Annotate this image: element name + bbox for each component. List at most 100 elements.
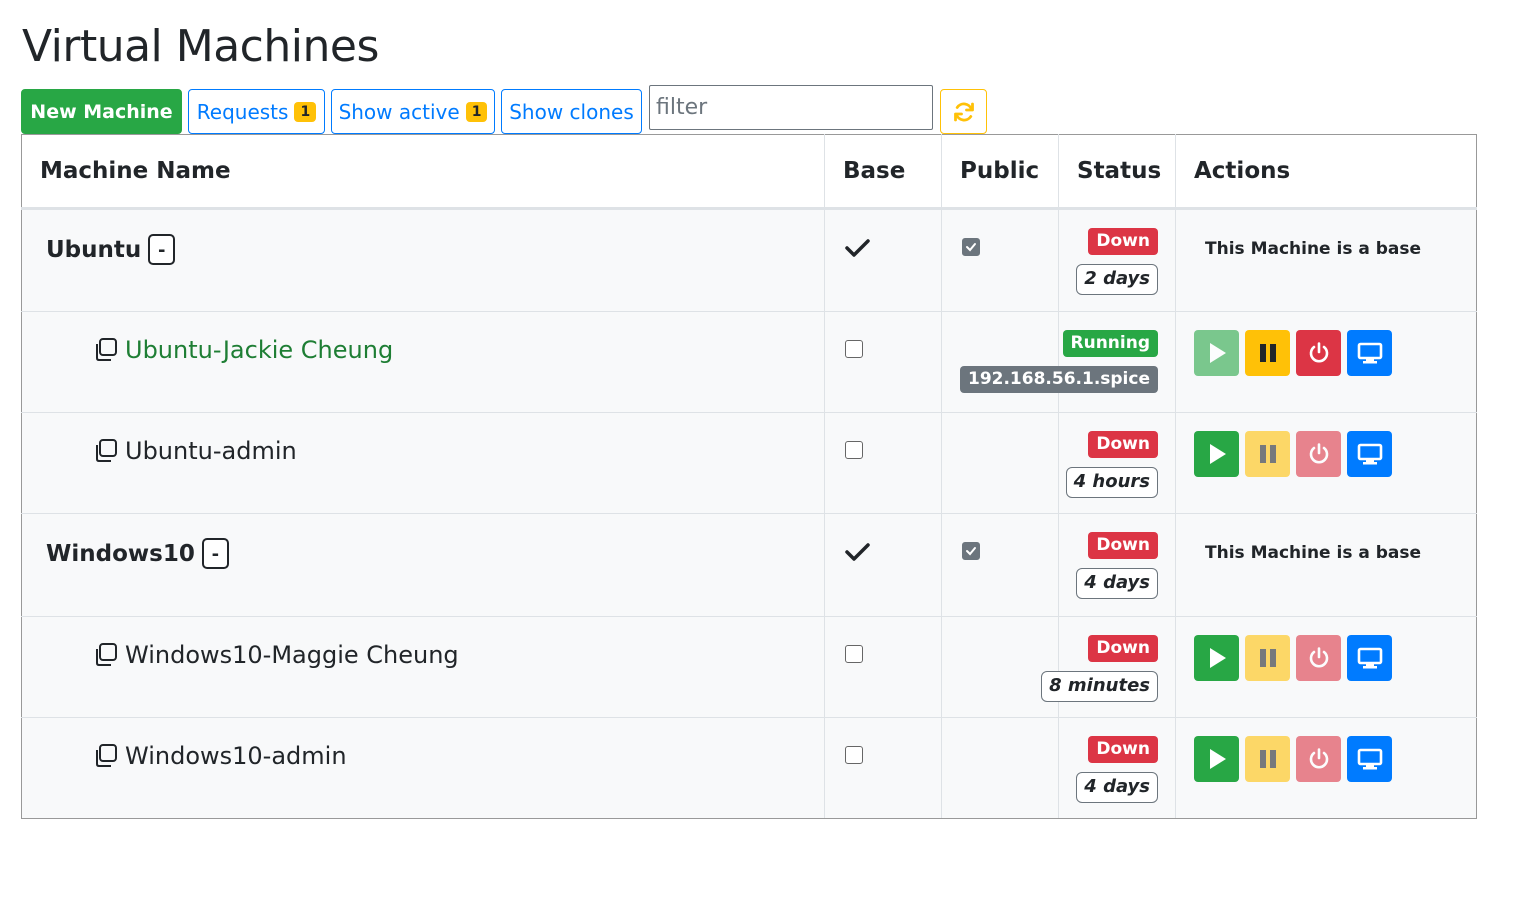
status-badge: Down	[1088, 228, 1158, 255]
play-icon	[1209, 648, 1226, 668]
pause-button[interactable]	[1245, 431, 1290, 477]
monitor-icon	[1357, 748, 1382, 770]
public-checkbox[interactable]	[962, 542, 980, 560]
header-machine-name[interactable]: Machine Name	[21, 134, 825, 210]
show-active-label: Show active	[338, 99, 460, 124]
clone-icon	[96, 744, 117, 767]
header-public[interactable]: Public	[941, 134, 1059, 210]
status-time-badge: 4 days	[1076, 772, 1158, 803]
machine-name: Ubuntu	[46, 236, 142, 263]
table-row: Windows10-admin Down 4 days	[21, 717, 1477, 819]
collapse-button[interactable]: -	[201, 538, 229, 569]
refresh-button[interactable]	[940, 89, 987, 134]
power-icon	[1309, 647, 1328, 668]
pause-icon	[1259, 445, 1276, 463]
start-button[interactable]	[1194, 635, 1239, 681]
collapse-button[interactable]: -	[148, 234, 176, 265]
status-badge: Down	[1088, 431, 1158, 458]
status-time-badge: 8 minutes	[1041, 671, 1158, 702]
shutdown-button[interactable]	[1296, 431, 1341, 477]
pause-button[interactable]	[1245, 635, 1290, 681]
clone-machine-name: Ubuntu-Jackie Cheung	[93, 336, 393, 364]
machine-name-link[interactable]: Windows10-Maggie Cheung	[125, 641, 459, 669]
base-machine-name: Ubuntu -	[46, 234, 176, 265]
new-machine-button[interactable]: New Machine	[21, 89, 182, 134]
status-badge: Down	[1088, 532, 1158, 559]
machine-name-link[interactable]: Ubuntu-Jackie Cheung	[125, 336, 393, 364]
header-status[interactable]: Status	[1058, 134, 1176, 210]
play-icon	[1209, 343, 1226, 363]
header-base[interactable]: Base	[824, 134, 942, 210]
shutdown-button[interactable]	[1296, 736, 1341, 782]
filter-input[interactable]	[649, 85, 933, 130]
public-checkbox[interactable]	[962, 238, 980, 256]
clone-machine-name: Windows10-Maggie Cheung	[93, 641, 459, 669]
action-buttons	[1194, 736, 1392, 782]
show-clones-button[interactable]: Show clones	[501, 89, 642, 134]
table-row: Windows10 - Down 4 days This Machine is …	[21, 513, 1477, 617]
power-icon	[1309, 342, 1328, 363]
base-checkbox[interactable]	[845, 746, 863, 764]
table-row: Ubuntu - Down 2 days This Machine is a b…	[21, 208, 1477, 312]
status-badge: Down	[1088, 635, 1158, 662]
check-icon	[845, 543, 870, 561]
monitor-icon	[1357, 647, 1382, 669]
machines-table: Machine Name Base Public Status Actions …	[21, 134, 1477, 819]
show-active-count-badge: 1	[465, 101, 488, 122]
base-checkbox[interactable]	[845, 645, 863, 663]
action-buttons	[1194, 330, 1392, 376]
pause-icon	[1259, 750, 1276, 768]
pause-icon	[1259, 344, 1276, 362]
status-badge: Down	[1088, 736, 1158, 763]
status-time-badge: 4 days	[1076, 568, 1158, 599]
status-time-badge: 4 hours	[1065, 467, 1158, 498]
clone-machine-name: Windows10-admin	[93, 742, 347, 770]
clone-icon	[96, 643, 117, 666]
play-icon	[1209, 444, 1226, 464]
start-button[interactable]	[1194, 736, 1239, 782]
table-row: Windows10-Maggie Cheung Down 8 minutes	[21, 616, 1477, 718]
play-icon	[1209, 749, 1226, 769]
requests-button[interactable]: Requests 1	[188, 89, 325, 134]
requests-label: Requests	[196, 99, 289, 124]
clone-icon	[96, 439, 117, 462]
check-icon	[845, 239, 870, 257]
shutdown-button[interactable]	[1296, 635, 1341, 681]
base-message: This Machine is a base	[1205, 239, 1422, 259]
view-screen-button[interactable]	[1347, 330, 1392, 376]
pause-button[interactable]	[1245, 330, 1290, 376]
pause-button[interactable]	[1245, 736, 1290, 782]
power-icon	[1309, 443, 1328, 464]
header-actions: Actions	[1175, 134, 1477, 210]
table-row: Ubuntu-Jackie Cheung Running 192.168.56.…	[21, 311, 1477, 413]
base-checkbox[interactable]	[845, 340, 863, 358]
spice-address-badge[interactable]: 192.168.56.1.spice	[959, 366, 1158, 393]
shutdown-button[interactable]	[1296, 330, 1341, 376]
base-checkbox[interactable]	[845, 441, 863, 459]
machine-name-link[interactable]: Windows10-admin	[125, 742, 347, 770]
base-message: This Machine is a base	[1205, 543, 1422, 563]
action-buttons	[1194, 431, 1392, 477]
refresh-icon	[953, 102, 974, 121]
start-button[interactable]	[1194, 330, 1239, 376]
status-time-badge: 2 days	[1076, 264, 1158, 295]
status-badge: Running	[1062, 330, 1158, 357]
monitor-icon	[1357, 443, 1382, 465]
page-title: Virtual Machines	[22, 21, 379, 72]
view-screen-button[interactable]	[1347, 431, 1392, 477]
machine-name-link[interactable]: Ubuntu-admin	[125, 437, 297, 465]
start-button[interactable]	[1194, 431, 1239, 477]
clone-icon	[96, 338, 117, 361]
machine-name: Windows10	[46, 540, 195, 567]
pause-icon	[1259, 649, 1276, 667]
power-icon	[1309, 748, 1328, 769]
show-active-button[interactable]: Show active 1	[331, 89, 495, 134]
table-row: Ubuntu-admin Down 4 hours	[21, 412, 1477, 514]
action-buttons	[1194, 635, 1392, 681]
requests-count-badge: 1	[294, 101, 317, 122]
monitor-icon	[1357, 342, 1382, 364]
view-screen-button[interactable]	[1347, 736, 1392, 782]
clone-machine-name: Ubuntu-admin	[93, 437, 297, 465]
base-machine-name: Windows10 -	[46, 538, 229, 569]
view-screen-button[interactable]	[1347, 635, 1392, 681]
